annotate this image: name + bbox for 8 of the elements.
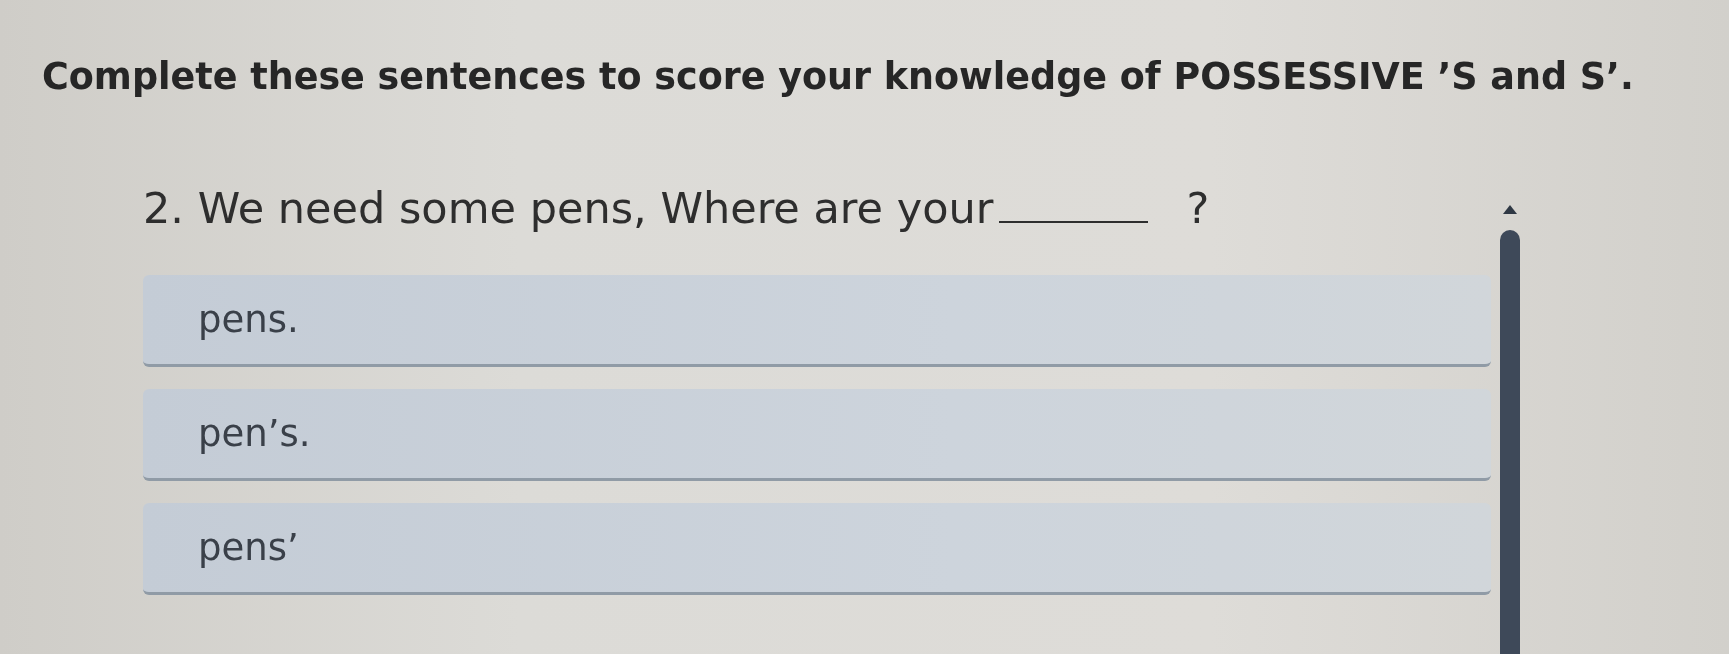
answer-option[interactable]: pen’s. bbox=[143, 389, 1491, 481]
question-text: 2. We need some pens, Where are your bbox=[143, 183, 994, 233]
scrollbar-thumb[interactable] bbox=[1500, 230, 1520, 654]
answer-option[interactable]: pens. bbox=[143, 275, 1491, 367]
instructions-heading: Complete these sentences to score your knowledge of POSSESSIVE ’S and S’. bbox=[42, 55, 1634, 99]
up-arrow-icon[interactable] bbox=[1503, 205, 1517, 214]
question-mark-text: ? bbox=[1186, 183, 1210, 233]
answer-option[interactable]: pens’ bbox=[143, 503, 1491, 595]
